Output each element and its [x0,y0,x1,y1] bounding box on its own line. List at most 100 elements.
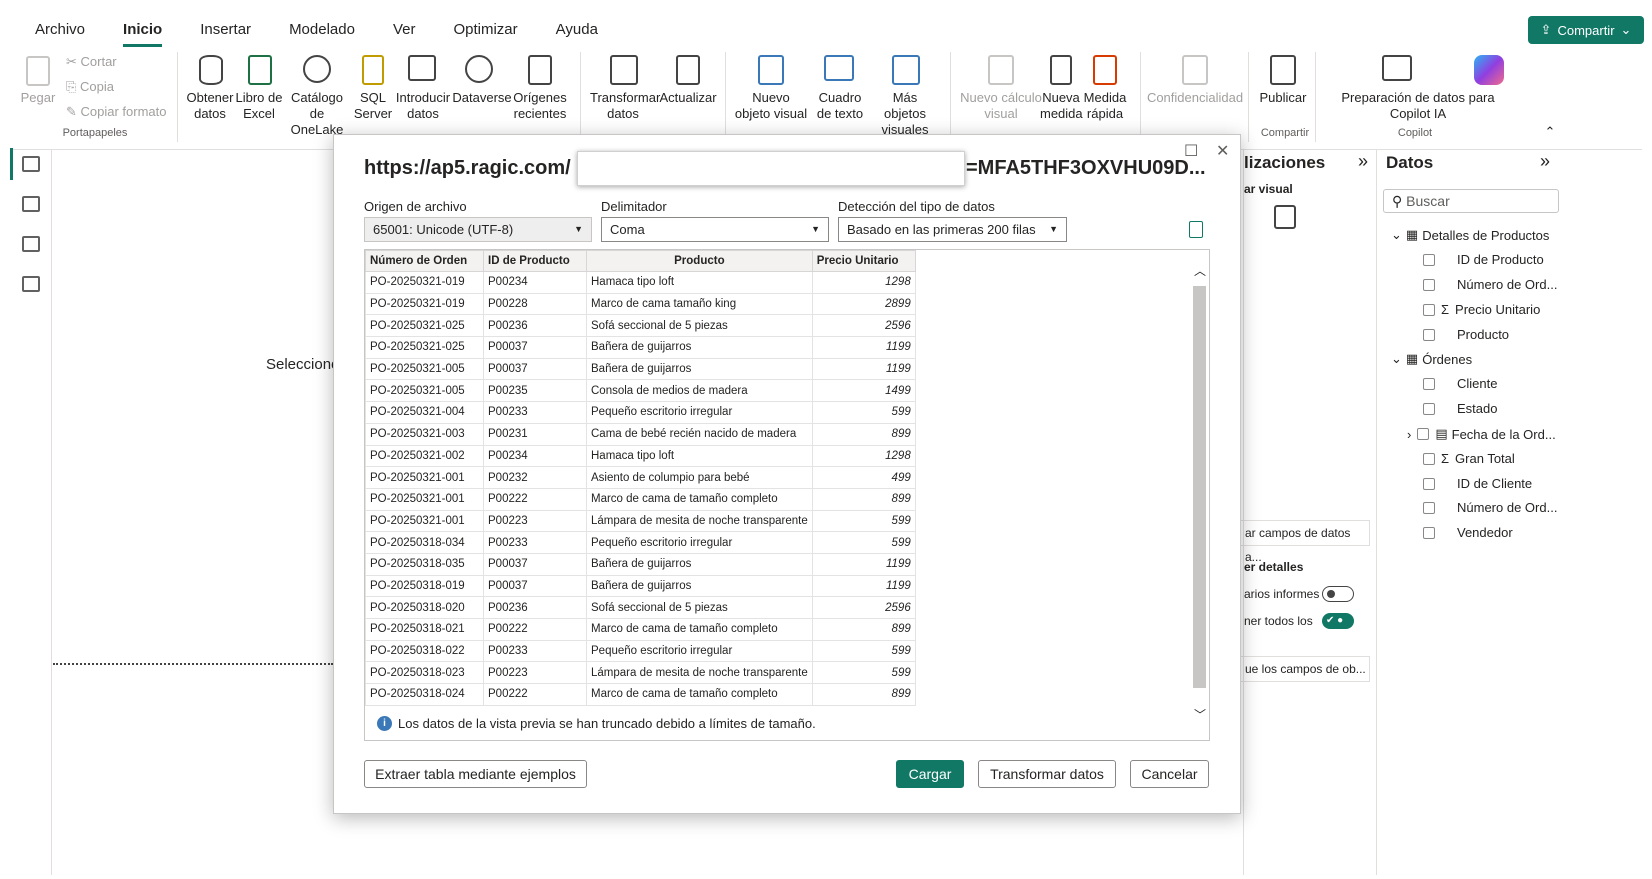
field-item[interactable]: ID de Producto [1423,252,1544,267]
sql-icon [362,55,384,85]
paste-button[interactable]: Pegar [18,90,58,106]
visual-calc-button[interactable]: Nuevo cálculo visual [958,90,1044,122]
enter-data-button[interactable]: Introducir datos [393,90,453,122]
scroll-up-icon[interactable]: ︿ [1194,262,1206,279]
table-node[interactable]: ⌄ ▦ Detalles de Productos [1391,227,1549,243]
chevron-down-icon: ⌄ [1391,227,1402,242]
table-cell: Cama de bebé recién nacido de madera [586,422,813,446]
close-icon[interactable]: ✕ [1216,141,1229,161]
onelake-button[interactable]: Catálogo de OneLake [282,90,352,138]
type-detection-select[interactable]: Basado en las primeras 200 filas ▼ [838,217,1067,242]
table-view-icon[interactable] [22,196,40,212]
scroll-down-icon[interactable]: ﹀ [1194,706,1206,723]
field-item[interactable]: Número de Ord... [1423,500,1557,515]
more-visuals-button[interactable]: Más objetos visuales [870,90,940,138]
checkbox[interactable] [1423,328,1435,341]
transform-data-button[interactable]: Transformar datos [590,90,660,122]
field-item[interactable]: ID de Cliente [1423,476,1532,491]
checkbox[interactable] [1423,501,1435,514]
load-button[interactable]: Cargar [896,760,964,788]
table-cell: PO-20250321-019 [365,292,484,316]
field-item[interactable]: Cliente [1423,376,1497,391]
field-item[interactable]: Σ Precio Unitario [1423,302,1540,317]
excel-button[interactable]: Libro de Excel [234,90,284,122]
menu-optimizar[interactable]: Optimizar [453,15,517,45]
add-fields-box[interactable]: ar campos de datos a... [1240,520,1370,564]
table-cell: P00234 [483,444,587,468]
checkbox[interactable] [1423,303,1435,316]
share-button[interactable]: ⇪ Compartir ⌄ [1528,16,1644,44]
scroll-thumb[interactable] [1193,286,1206,688]
collapse-pane-icon[interactable]: » [1358,151,1368,172]
delimiter-select[interactable]: Coma ▼ [601,217,829,242]
table-cell: 1298 [811,271,916,294]
separator [1315,52,1316,142]
new-measure-button[interactable]: Nueva medida [1040,90,1083,122]
build-visual-icon[interactable] [1274,205,1296,229]
table-cell: Hamaca tipo loft [586,271,813,294]
checkbox[interactable] [1423,402,1435,415]
menu-archivo[interactable]: Archivo [35,15,85,45]
checkbox[interactable] [1423,253,1435,266]
menu-ayuda[interactable]: Ayuda [556,15,598,45]
checkbox[interactable] [1423,278,1435,291]
copy-button[interactable]: ⎘ Copia [66,79,114,95]
scissors-icon: ✂ [66,54,81,69]
refresh-button[interactable]: Actualizar [658,90,718,106]
dataverse-button[interactable]: Dataverse [452,90,512,106]
cancel-button[interactable]: Cancelar [1130,760,1209,788]
refresh-preview-icon[interactable] [1189,221,1203,238]
checkbox[interactable] [1423,377,1435,390]
menu-insertar[interactable]: Insertar [200,15,251,45]
sigma-icon: Σ [1441,302,1450,317]
collapse-ribbon-icon[interactable]: ⌃ [1542,124,1558,140]
copilot-prep-button[interactable]: Preparación de datos para Copilot IA [1320,90,1516,122]
menu-modelado[interactable]: Modelado [289,15,355,45]
dax-query-icon[interactable] [22,276,40,292]
get-data-button[interactable]: Obtener datos [185,90,235,122]
checkbox[interactable] [1423,452,1435,465]
table-cell: 2596 [811,596,916,619]
table-cell: 899 [811,422,916,446]
recent-sources-button[interactable]: Orígenes recientes [510,90,570,122]
field-item[interactable]: › ▤ Fecha de la Ord... [1407,426,1556,442]
calculator-icon [1050,55,1072,85]
table-icon: ▦ [1405,351,1419,366]
field-item[interactable]: Vendedor [1423,525,1513,540]
table-cell: 1199 [811,552,916,576]
field-item[interactable]: Producto [1423,327,1509,342]
checkbox[interactable] [1423,526,1435,539]
field-item[interactable]: Σ Gran Total [1423,451,1515,466]
data-search-box[interactable]: ⚲ Buscar [1383,189,1559,213]
collapse-data-pane-icon[interactable]: » [1540,151,1550,172]
file-origin-select[interactable]: 65001: Unicode (UTF-8) ▼ [364,217,592,242]
transform-data-button[interactable]: Transformar datos [978,760,1116,788]
field-item[interactable]: Número de Ord... [1423,277,1557,292]
checkbox[interactable] [1423,477,1435,490]
vertical-scrollbar[interactable]: ︿ ﹀ [1191,250,1209,740]
cut-button[interactable]: ✂ Cortar [66,54,117,70]
keep-all-filters-toggle[interactable]: ✔ ● [1322,613,1354,629]
table-row: PO-20250321-025 P00037 Bañera de guijarros… [365,336,916,359]
field-item[interactable]: Estado [1423,401,1497,416]
sql-server-button[interactable]: SQL Server [353,90,393,122]
sensitivity-button[interactable]: Confidencialidad [1145,90,1245,106]
text-box-button[interactable]: Cuadro de texto [810,90,870,122]
quick-measure-button[interactable]: Medida rápida [1080,90,1130,122]
publish-button[interactable]: Publicar [1255,90,1311,106]
paste-icon [26,56,50,86]
report-view-icon[interactable] [22,156,40,172]
field-label: Vendedor [1457,525,1513,540]
drill-fields-box[interactable]: ue los campos de ob... [1240,656,1370,682]
extract-table-button[interactable]: Extraer tabla mediante ejemplos [364,760,587,788]
menu-inicio[interactable]: Inicio [123,15,163,47]
model-view-icon[interactable] [22,236,40,252]
checkbox[interactable] [1417,428,1430,440]
format-painter-button[interactable]: ✎ Copiar formato [66,104,167,120]
menu-ver[interactable]: Ver [393,15,416,45]
table-node[interactable]: ⌄ ▦ Órdenes [1391,351,1472,367]
table-cell: P00236 [483,596,587,619]
cross-report-toggle[interactable] [1322,586,1354,602]
table-name: Detalles de Productos [1422,227,1550,243]
new-visual-button[interactable]: Nuevo objeto visual [733,90,809,122]
